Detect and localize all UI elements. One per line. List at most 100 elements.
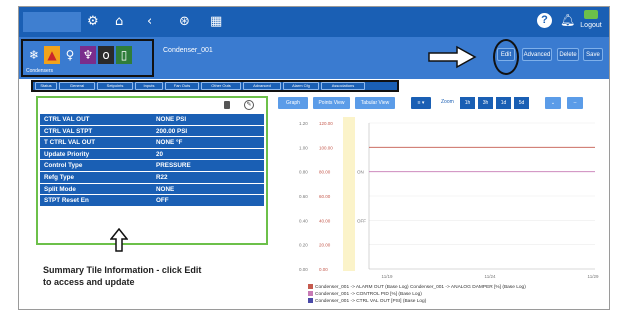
tabular-view-button[interactable]: Tabular View xyxy=(355,97,395,109)
delete-button[interactable]: Delete xyxy=(557,48,579,61)
user-status-icon xyxy=(584,10,598,19)
sensor-icon[interactable]: o xyxy=(98,46,114,64)
summary-tile: ✎ CTRL VAL OUT NONE PSI CTRL VAL STPT 200.0… xyxy=(36,96,268,245)
legend-entry[interactable]: Condenser_001 -> CONTROL PID [%] (Base L… xyxy=(308,290,526,298)
door-icon[interactable]: ▯ xyxy=(116,46,132,64)
plug-icon[interactable]: ♆ xyxy=(80,46,96,64)
summary-row: STPT Reset En OFF xyxy=(40,195,264,207)
chart-legend: Condenser_001 -> ALARM OUT (Base Log) Co… xyxy=(308,284,526,304)
summary-row: CTRL VAL STPT 200.00 PSI xyxy=(40,125,264,138)
tab-status[interactable]: Status xyxy=(35,82,57,90)
top-nav-bar: ⚙ ⌂ ‹ ⊛ ▦ ? 🔔︎ Logout xyxy=(19,7,609,37)
device-name: Condenser_001 xyxy=(163,47,213,54)
y2-tick-label: 100.00 xyxy=(319,145,333,150)
lock-icon[interactable] xyxy=(224,101,230,109)
y1-tick-label: 0.00 xyxy=(299,267,308,272)
summary-row: Update Priority 20 xyxy=(40,148,264,161)
zoom-3h-button[interactable]: 3h xyxy=(478,97,493,109)
calendar-icon[interactable]: ▦ xyxy=(210,13,222,31)
summary-row-label: STPT Reset En xyxy=(44,197,89,205)
logout-label: Logout xyxy=(580,22,602,29)
zoom-1h-button[interactable]: 1h xyxy=(460,97,475,109)
expand-down-button[interactable]: ⌄ xyxy=(545,97,561,109)
graph-button[interactable]: Graph xyxy=(278,97,308,109)
edit-highlight-circle xyxy=(493,39,519,75)
summary-row-value: 20 xyxy=(156,150,164,158)
summary-row: Split Mode NONE xyxy=(40,183,264,196)
summary-row: CTRL VAL OUT NONE PSI xyxy=(40,114,264,126)
advanced-button[interactable]: Advanced xyxy=(522,48,552,61)
tab-setpoints[interactable]: Setpoints xyxy=(97,82,133,90)
bell-icon[interactable]: 🔔︎ xyxy=(560,13,575,27)
summary-row: Refg Type R22 xyxy=(40,171,264,184)
home-icon[interactable]: ⌂ xyxy=(115,13,123,31)
tab-fan-outs[interactable]: Fan Outs xyxy=(165,82,199,90)
y2-tick-label: 0.00 xyxy=(319,267,328,272)
summary-row-value: PRESSURE xyxy=(156,162,191,170)
points-view-button[interactable]: Points View xyxy=(313,97,350,109)
legend-text: Condenser_001 -> CONTROL PID [%] (Base L… xyxy=(315,291,422,297)
summary-row-value: OFF xyxy=(156,197,169,205)
y1-tick-label: 1.20 xyxy=(299,121,308,126)
summary-row-value: NONE PSI xyxy=(156,116,187,123)
y2-tick-label: 60.00 xyxy=(319,194,331,199)
annotation-line-2: to access and update xyxy=(43,277,135,287)
trend-chart: 0.00 0.00 0.20 20.00 0.40 40.00 OFF 0.60 60.00 0.… xyxy=(299,117,599,279)
summary-header: ✎ xyxy=(38,98,266,112)
summary-row-label: Control Type xyxy=(44,162,83,170)
y2-tick-label: 40.00 xyxy=(319,218,331,223)
y2-tick-label: 80.00 xyxy=(319,170,331,175)
zoom-5d-button[interactable]: 5d xyxy=(514,97,529,109)
legend-text: Condenser_001 -> ALARM OUT (Base Log) Co… xyxy=(315,284,526,290)
collapse-button[interactable]: – xyxy=(567,97,583,109)
up-arrow-callout xyxy=(110,228,128,252)
axis-highlight-band xyxy=(343,117,355,271)
legend-swatch xyxy=(308,297,313,303)
summary-row-label: Refg Type xyxy=(44,173,74,181)
summary-row-label: Split Mode xyxy=(44,185,76,193)
legend-entry[interactable]: Condenser_001 -> CTRL VAL OUT [PSI] (Bas… xyxy=(308,297,526,305)
summary-row-label: CTRL VAL STPT xyxy=(44,127,93,135)
y3-tick-label: OFF xyxy=(357,218,366,223)
snowflake-icon[interactable]: ❄ xyxy=(26,46,42,64)
legend-swatch xyxy=(308,290,313,296)
logout-button[interactable]: Logout xyxy=(576,9,606,35)
help-icon[interactable]: ? xyxy=(537,13,552,28)
bulb-icon[interactable]: ♀ xyxy=(62,46,78,64)
tab-alarm-cfg[interactable]: Alarm Cfg xyxy=(283,82,319,90)
y1-tick-label: 1.00 xyxy=(299,145,308,150)
summary-row-label: T CTRL VAL OUT xyxy=(44,139,96,147)
summary-row-value: R22 xyxy=(156,173,168,181)
summary-row-label: CTRL VAL OUT xyxy=(44,116,90,123)
summary-row-value: 200.00 PSI xyxy=(156,127,188,135)
tab-other-outs[interactable]: Other Outs xyxy=(201,82,241,90)
settings-icon[interactable]: ✎ xyxy=(244,100,254,110)
summary-row: T CTRL VAL OUT NONE °F xyxy=(40,137,264,149)
chart-menu-button[interactable]: ≡ ▾ xyxy=(411,97,431,109)
brand-logo xyxy=(23,12,81,32)
legend-entry[interactable]: Condenser_001 -> ALARM OUT (Base Log) Co… xyxy=(308,284,526,291)
network-icon[interactable]: ⊛ xyxy=(179,13,190,31)
x-tick-label: 11/29 xyxy=(588,274,599,279)
tab-inputs[interactable]: Inputs xyxy=(135,82,163,90)
save-button[interactable]: Save xyxy=(583,48,603,61)
summary-row: Control Type PRESSURE xyxy=(40,160,264,172)
y2-tick-label: 20.00 xyxy=(319,243,331,248)
fire-icon[interactable]: ▲ xyxy=(44,46,60,64)
y1-tick-label: 0.40 xyxy=(299,218,308,223)
y2-tick-label: 120.00 xyxy=(319,121,333,126)
legend-text: Condenser_001 -> CTRL VAL OUT [PSI] (Bas… xyxy=(315,298,427,304)
y3-tick-label: ON xyxy=(357,170,364,175)
config-tabs: Status General Setpoints Inputs Fan Outs… xyxy=(31,80,399,92)
tab-associations[interactable]: Associations xyxy=(321,82,365,90)
gear-icon[interactable]: ⚙ xyxy=(87,13,99,31)
summary-annotation: Summary Tile Information - click Edit to… xyxy=(43,264,201,288)
back-icon[interactable]: ‹ xyxy=(147,13,152,31)
tab-general[interactable]: General xyxy=(59,82,95,90)
zoom-1d-button[interactable]: 1d xyxy=(496,97,511,109)
strip-caption: Condensers xyxy=(26,68,53,74)
y1-tick-label: 0.20 xyxy=(299,243,308,248)
y1-tick-label: 0.60 xyxy=(299,194,308,199)
tab-advanced[interactable]: Advanced xyxy=(243,82,281,90)
x-tick-label: 11/19 xyxy=(382,274,393,279)
